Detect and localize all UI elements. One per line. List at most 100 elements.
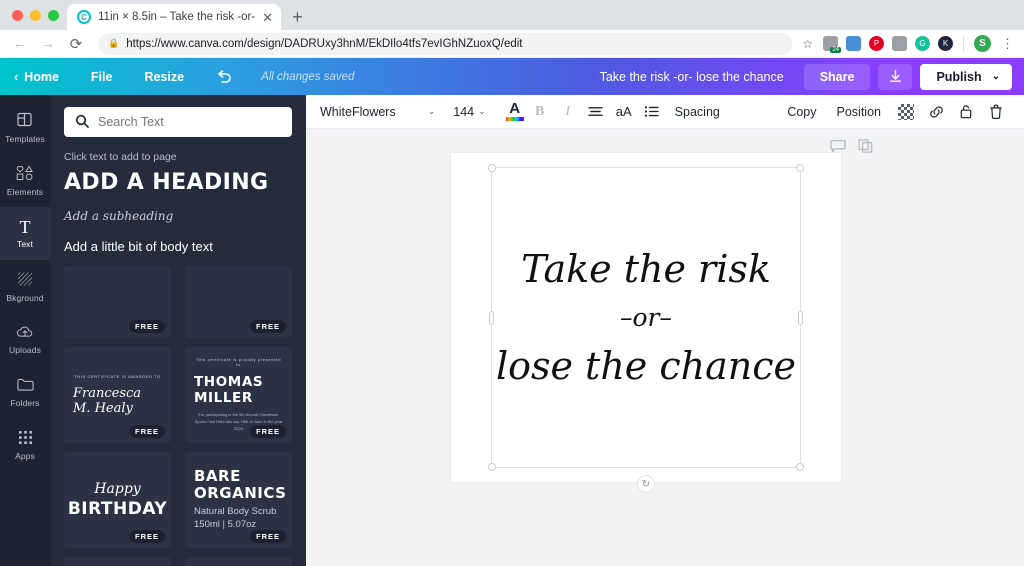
search-input[interactable] — [98, 115, 281, 129]
template-card[interactable]: FREE — [185, 266, 292, 338]
template-card[interactable]: Happy BIRTHDAY FREE — [64, 452, 171, 548]
resize-handle-bottom-left[interactable] — [488, 463, 496, 471]
resize-button[interactable]: Resize — [128, 58, 200, 95]
url-text: https://www.canva.com/design/DADRUxy3hnM… — [126, 37, 523, 50]
list-icon — [644, 106, 659, 117]
free-badge: FREE — [128, 425, 165, 438]
template-card[interactable]: THIS CERTIFICATE IS AWARDED TO Francesca… — [64, 347, 171, 443]
grammar-extension-icon[interactable] — [892, 36, 907, 51]
sidebar-item-text[interactable]: T Text — [0, 207, 50, 260]
duplicate-icon[interactable] — [858, 139, 874, 156]
bookmark-star-icon[interactable]: ☆ — [802, 37, 813, 51]
address-bar[interactable]: 🔒 https://www.canva.com/design/DADRUxy3h… — [98, 32, 793, 55]
transparency-button[interactable] — [892, 103, 920, 120]
resize-handle-top-right[interactable] — [796, 164, 804, 172]
selection-box[interactable]: ↻ — [488, 164, 804, 493]
new-tab-button[interactable]: + — [281, 8, 314, 30]
file-menu-button[interactable]: File — [75, 58, 129, 95]
resize-handle-middle-right[interactable] — [798, 310, 803, 325]
add-body-text-button[interactable]: Add a little bit of body text — [64, 239, 292, 254]
template-card[interactable]: BARE ORGANICS Natural Body Scrub 150ml |… — [185, 452, 292, 548]
collapse-panel-button[interactable]: ‹ — [303, 308, 306, 350]
resize-handle-bottom-right[interactable] — [796, 463, 804, 471]
add-subheading-button[interactable]: Add a subheading — [64, 209, 292, 223]
elements-icon — [16, 164, 34, 184]
chevron-down-icon[interactable]: ⌄ — [474, 106, 490, 117]
template-card[interactable] — [64, 557, 171, 566]
font-family-selector[interactable]: WhiteFlowers — [320, 105, 396, 119]
position-button[interactable]: Position — [828, 105, 890, 119]
home-button[interactable]: ‹ Home — [0, 58, 75, 95]
grammarly-extension-icon[interactable]: G — [915, 36, 930, 51]
canvas-area[interactable]: Take the risk –or– lose the chance ↻ — [306, 129, 1024, 566]
bird-extension-icon[interactable] — [846, 36, 861, 51]
browser-menu-icon[interactable]: ⋮ — [999, 36, 1016, 52]
k-extension-icon[interactable]: K — [938, 36, 953, 51]
resize-handle-top-left[interactable] — [488, 164, 496, 172]
copy-button[interactable]: Copy — [778, 105, 825, 119]
reload-button[interactable]: ⟳ — [64, 32, 88, 56]
template-title: Francesca M. Healy — [73, 386, 142, 416]
template-card[interactable] — [185, 557, 292, 566]
profile-avatar[interactable]: S — [974, 35, 991, 52]
text-case-button[interactable]: aA — [610, 104, 638, 119]
templates-icon — [17, 112, 33, 131]
bold-button[interactable]: B — [526, 104, 554, 120]
pinterest-extension-icon[interactable]: P — [869, 36, 884, 51]
search-box[interactable] — [64, 107, 292, 137]
minimize-window-button[interactable] — [30, 9, 41, 21]
spacing-button[interactable]: Spacing — [666, 105, 729, 119]
sidebar-item-templates[interactable]: Templates — [0, 101, 50, 154]
home-label: Home — [24, 69, 59, 84]
template-card[interactable]: This certificate is proudly presented to… — [185, 347, 292, 443]
uploads-icon — [16, 324, 34, 342]
share-button[interactable]: Share — [803, 63, 871, 90]
download-icon — [890, 70, 901, 82]
link-button[interactable] — [922, 105, 950, 119]
template-card[interactable]: FREE — [64, 266, 171, 338]
template-title: THOMAS MILLER — [194, 374, 264, 407]
folders-icon — [16, 377, 34, 395]
sidebar-item-elements[interactable]: Elements — [0, 154, 50, 207]
sidebar-item-apps[interactable]: Apps — [0, 419, 50, 472]
chevron-down-icon: ⌄ — [991, 71, 1000, 82]
panel-hint: Click text to add to page — [64, 151, 177, 163]
forward-button[interactable]: → — [36, 32, 60, 56]
close-icon[interactable]: ✕ — [262, 11, 273, 24]
chevron-left-icon: ‹ — [14, 69, 19, 84]
sidebar-item-uploads[interactable]: Uploads — [0, 313, 50, 366]
header-left-group: ‹ Home File Resize All changes saved — [0, 58, 354, 95]
resize-handle-middle-left[interactable] — [489, 310, 494, 325]
template-subtitle: Natural Body Scrub 150ml | 5.07oz — [194, 506, 277, 531]
workspace: Templates Elements T Text Bkground Uploa… — [0, 95, 1024, 566]
align-button[interactable] — [582, 105, 610, 118]
calendar-extension-icon[interactable]: 24 — [823, 36, 841, 53]
design-page[interactable]: Take the risk –or– lose the chance ↻ — [451, 153, 841, 493]
search-icon — [75, 114, 89, 131]
rotate-handle[interactable]: ↻ — [637, 475, 655, 493]
add-heading-button[interactable]: ADD A HEADING — [64, 170, 292, 195]
browser-tab[interactable]: C 11in × 8.5in – Take the risk -or- ✕ — [67, 4, 282, 30]
chevron-down-icon[interactable]: ⌄ — [424, 106, 440, 117]
delete-button[interactable] — [982, 104, 1010, 119]
undo-button[interactable] — [200, 58, 249, 95]
font-size-input[interactable]: 144 — [453, 105, 474, 119]
sidebar-item-folders[interactable]: Folders — [0, 366, 50, 419]
editor-area: WhiteFlowers ⌄ 144 ⌄ A B I aA Spacing Co… — [306, 95, 1024, 566]
publish-button[interactable]: Publish ⌄ — [920, 63, 1012, 90]
template-title: BIRTHDAY — [67, 499, 168, 519]
italic-button[interactable]: I — [554, 104, 582, 120]
text-color-glyph: A — [509, 100, 521, 117]
list-button[interactable] — [638, 105, 666, 118]
trash-icon — [990, 104, 1002, 119]
sidebar-item-background[interactable]: Bkground — [0, 260, 50, 313]
text-color-icon[interactable]: A — [504, 100, 526, 121]
back-button[interactable]: ← — [8, 32, 32, 56]
document-title[interactable]: Take the risk -or- lose the chance — [600, 70, 804, 84]
maximize-window-button[interactable] — [48, 9, 59, 21]
close-window-button[interactable] — [12, 9, 23, 21]
free-badge: FREE — [249, 320, 286, 333]
apps-icon — [18, 430, 33, 448]
download-button[interactable] — [878, 63, 913, 90]
lock-button[interactable] — [952, 104, 980, 119]
